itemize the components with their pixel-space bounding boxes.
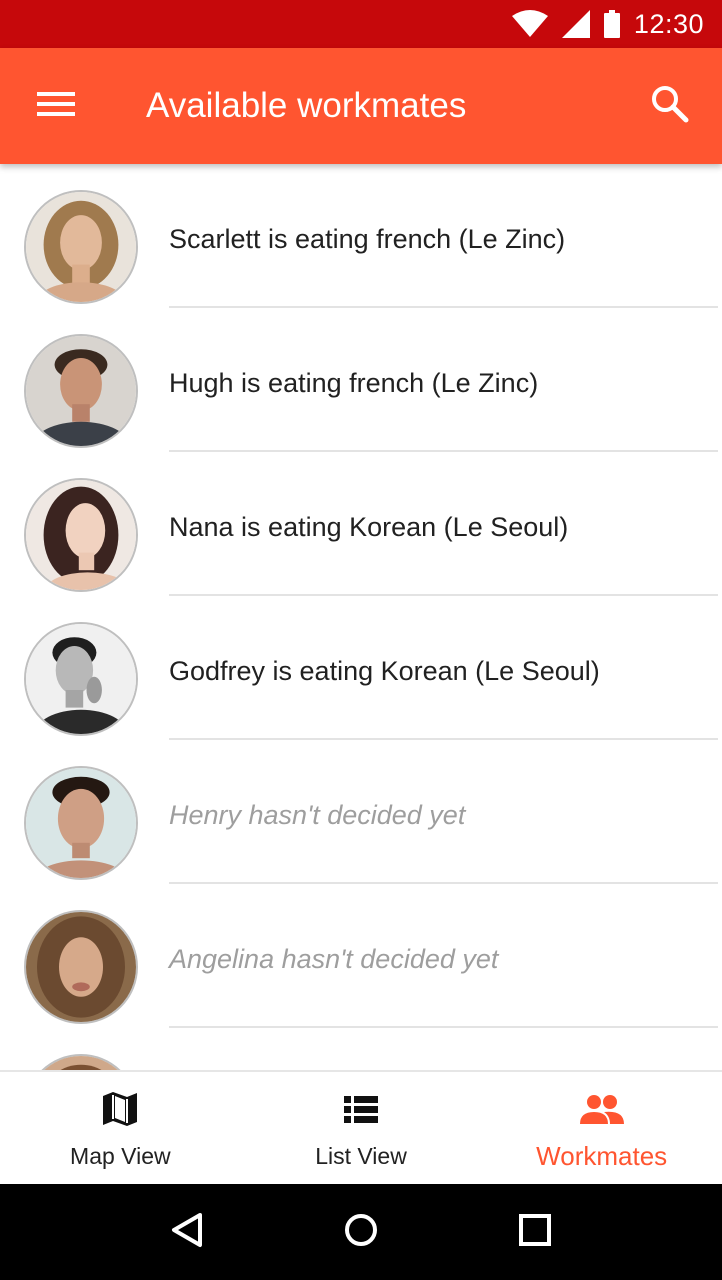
workmate-status-text: Nana is eating Korean (Le Seoul) <box>169 512 569 542</box>
recents-button[interactable] <box>505 1202 565 1262</box>
nav-label: List View <box>315 1143 407 1169</box>
list-item[interactable]: Henry hasn't decided yet <box>0 740 722 884</box>
search-button[interactable] <box>644 80 696 132</box>
avatar <box>24 334 138 448</box>
nav-label: Map View <box>70 1143 171 1169</box>
home-button[interactable] <box>331 1202 391 1262</box>
avatar <box>24 622 138 736</box>
person-photo-icon <box>26 1056 136 1070</box>
system-navigation-bar <box>0 1184 722 1280</box>
nav-label: Workmates <box>536 1141 668 1171</box>
avatar <box>24 478 138 592</box>
workmate-status-text: Henry hasn't decided yet <box>169 800 466 830</box>
back-button[interactable] <box>157 1202 217 1262</box>
menu-icon <box>37 90 75 123</box>
person-photo-icon <box>26 912 136 1022</box>
list-item[interactable]: Nana is eating Korean (Le Seoul) <box>0 452 722 596</box>
avatar <box>24 766 138 880</box>
page-title: Available workmates <box>146 86 467 125</box>
list-item[interactable]: Scarlett is eating french (Le Zinc) <box>0 164 722 308</box>
person-photo-icon <box>26 624 136 734</box>
back-icon <box>170 1212 204 1253</box>
workmates-list[interactable]: Scarlett is eating french (Le Zinc) Hugh… <box>0 164 722 1070</box>
battery-icon <box>603 10 620 38</box>
workmate-status-text: Angelina hasn't decided yet <box>169 944 499 974</box>
cellular-signal-icon <box>561 10 590 38</box>
list-item[interactable]: Hugh is eating french (Le Zinc) <box>0 308 722 452</box>
nav-list-view[interactable]: List View <box>241 1072 482 1184</box>
status-bar: 12:30 <box>0 0 722 48</box>
app-bar: Available workmates <box>0 48 722 164</box>
workmate-status-text: Godfrey is eating Korean (Le Seoul) <box>169 656 600 686</box>
recents-icon <box>518 1213 552 1252</box>
bottom-navigation: Map View List View Workmates <box>0 1070 722 1184</box>
menu-button[interactable] <box>30 82 82 130</box>
people-icon <box>578 1090 626 1133</box>
nav-workmates[interactable]: Workmates <box>481 1072 722 1184</box>
avatar <box>24 190 138 304</box>
avatar <box>24 910 138 1024</box>
nav-map-view[interactable]: Map View <box>0 1072 241 1184</box>
map-icon <box>101 1090 139 1133</box>
home-icon <box>343 1212 379 1253</box>
avatar <box>24 1054 138 1070</box>
list-item[interactable]: Godfrey is eating Korean (Le Seoul) <box>0 596 722 740</box>
workmate-status-text: Hugh is eating french (Le Zinc) <box>169 368 539 398</box>
wifi-icon <box>511 10 548 38</box>
list-icon <box>342 1090 380 1133</box>
person-photo-icon <box>26 336 136 446</box>
search-icon <box>651 85 689 128</box>
person-photo-icon <box>26 480 136 590</box>
status-time: 12:30 <box>633 8 704 39</box>
person-photo-icon <box>26 768 136 878</box>
list-item[interactable] <box>0 1028 722 1070</box>
list-item[interactable]: Angelina hasn't decided yet <box>0 884 722 1028</box>
person-photo-icon <box>26 192 136 302</box>
workmate-status-text: Scarlett is eating french (Le Zinc) <box>169 224 566 254</box>
